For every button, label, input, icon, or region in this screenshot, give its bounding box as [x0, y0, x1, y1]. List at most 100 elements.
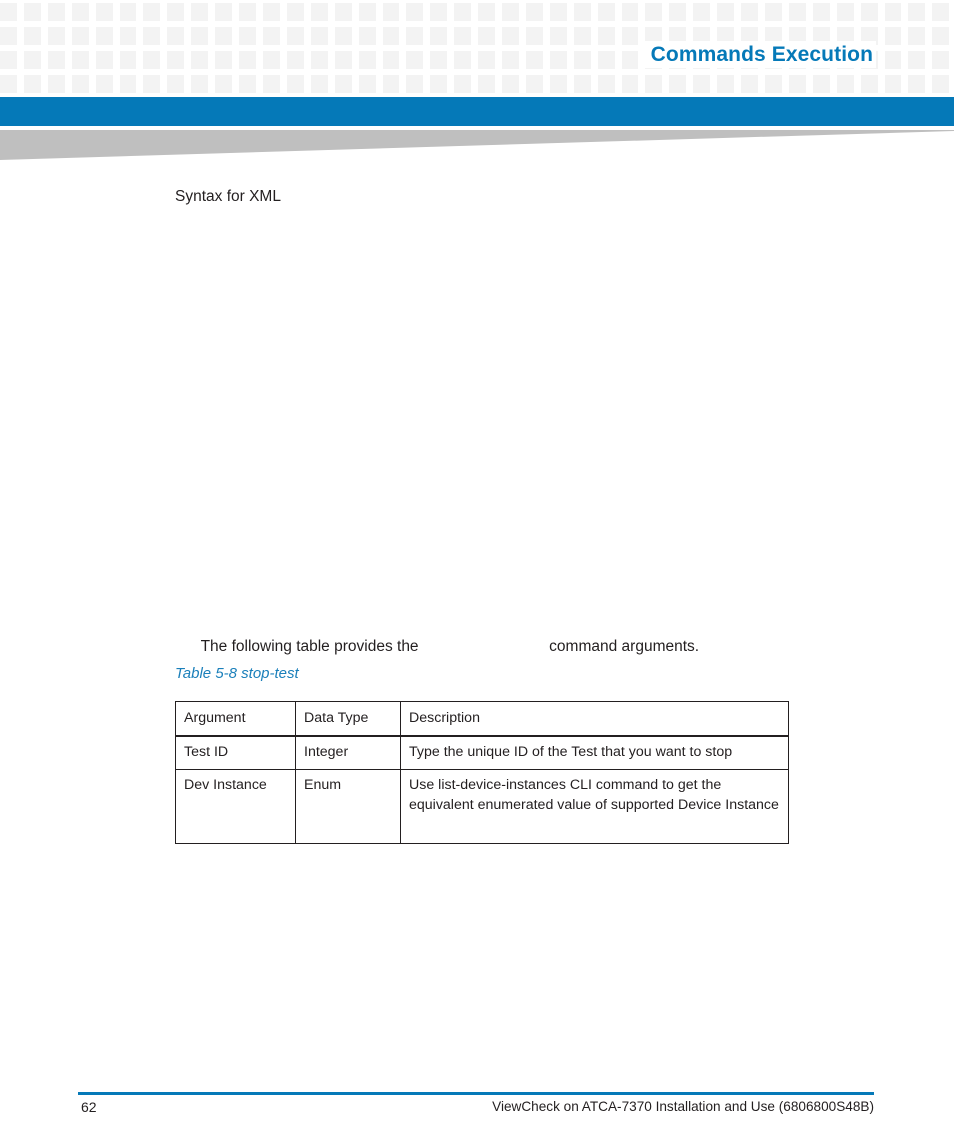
grid-square: [95, 3, 113, 21]
grid-square: [454, 3, 472, 21]
grid-square: [215, 51, 233, 69]
header-blue-bar: [0, 97, 954, 126]
grid-square: [406, 51, 424, 69]
grid-square: [454, 75, 472, 93]
grid-square: [908, 3, 926, 21]
column-header-argument: Argument: [175, 701, 296, 737]
grid-square: [669, 3, 687, 21]
grid-square: [143, 75, 161, 93]
grid-square: [621, 27, 639, 45]
grid-square: [573, 75, 591, 93]
grid-square: [215, 75, 233, 93]
grid-square: [310, 27, 328, 45]
grid-square: [0, 27, 17, 45]
grid-square: [167, 51, 185, 69]
grid-square: [191, 3, 209, 21]
grid-square: [597, 75, 615, 93]
footer-page-number: 62: [81, 1099, 97, 1115]
grid-square: [119, 75, 137, 93]
intro-paragraph-suffix: command arguments.: [544, 638, 700, 655]
grid-square: [908, 27, 926, 45]
grid-square: [430, 3, 448, 21]
grid-square: [310, 75, 328, 93]
grid-square: [717, 75, 735, 93]
grid-square: [23, 27, 41, 45]
intro-paragraph-prefix: The following table provides the: [200, 638, 423, 655]
grid-square: [167, 3, 185, 21]
grid-square: [334, 75, 352, 93]
column-header-data-type: Data Type: [295, 701, 401, 737]
grid-square: [502, 27, 519, 45]
grid-square: [908, 75, 926, 93]
grid-square: [310, 3, 328, 21]
grid-square: [812, 3, 830, 21]
grid-square: [262, 27, 280, 45]
grid-square: [358, 51, 376, 69]
grid-square: [741, 3, 758, 21]
grid-square: [167, 27, 185, 45]
grid-square: [239, 3, 256, 21]
grid-square: [286, 3, 304, 21]
grid-square: [382, 3, 400, 21]
grid-square: [549, 75, 567, 93]
grid-square: [454, 51, 472, 69]
grid-square: [525, 3, 543, 21]
grid-square: [191, 75, 209, 93]
cell-description: Use list-device-instances CLI command to…: [400, 769, 789, 844]
grid-square: [836, 3, 854, 21]
column-header-description: Description: [400, 701, 789, 737]
grid-square: [573, 27, 591, 45]
grid-square: [430, 27, 448, 45]
footer-rule: [78, 1092, 874, 1095]
grid-square: [382, 51, 400, 69]
grid-square: [382, 75, 400, 93]
grid-square: [908, 51, 926, 69]
grid-square: [71, 3, 89, 21]
grid-square: [23, 75, 41, 93]
table-row: Dev Instance Enum Use list-device-instan…: [175, 769, 789, 844]
grid-square: [621, 3, 639, 21]
grid-square: [262, 3, 280, 21]
grid-square: [23, 3, 41, 21]
grid-square: [573, 3, 591, 21]
grid-square: [0, 51, 17, 69]
grid-row: [0, 3, 954, 21]
grid-square: [788, 3, 806, 21]
grid-square: [502, 3, 519, 21]
grid-square: [406, 27, 424, 45]
grid-square: [549, 3, 567, 21]
grid-square: [95, 75, 113, 93]
grid-square: [884, 3, 902, 21]
grid-square: [47, 3, 65, 21]
grid-square: [406, 75, 424, 93]
grid-square: [717, 3, 735, 21]
grid-square: [95, 51, 113, 69]
grid-square: [645, 75, 663, 93]
grid-square: [836, 75, 854, 93]
grid-square: [0, 75, 17, 93]
grid-square: [358, 27, 376, 45]
grid-square: [525, 75, 543, 93]
grid-square: [71, 51, 89, 69]
grid-square: [215, 27, 233, 45]
syntax-label: Syntax for XML: [175, 188, 281, 205]
grid-square: [191, 27, 209, 45]
grid-square: [478, 3, 496, 21]
grid-square: [693, 75, 711, 93]
grid-square: [860, 3, 878, 21]
cell-argument: Dev Instance: [175, 769, 296, 844]
grid-square: [286, 75, 304, 93]
grid-square: [23, 51, 41, 69]
grid-square: [71, 75, 89, 93]
grid-square: [549, 27, 567, 45]
gray-wedge-shape: [0, 130, 954, 160]
grid-row: [0, 75, 954, 93]
grid-square: [47, 27, 65, 45]
grid-square: [525, 27, 543, 45]
grid-square: [167, 75, 185, 93]
header-gray-wedge: [0, 130, 954, 162]
grid-square: [286, 51, 304, 69]
grid-square: [932, 3, 950, 21]
grid-square: [239, 75, 256, 93]
document-page: Commands Execution Syntax for XML The fo…: [0, 0, 954, 1145]
